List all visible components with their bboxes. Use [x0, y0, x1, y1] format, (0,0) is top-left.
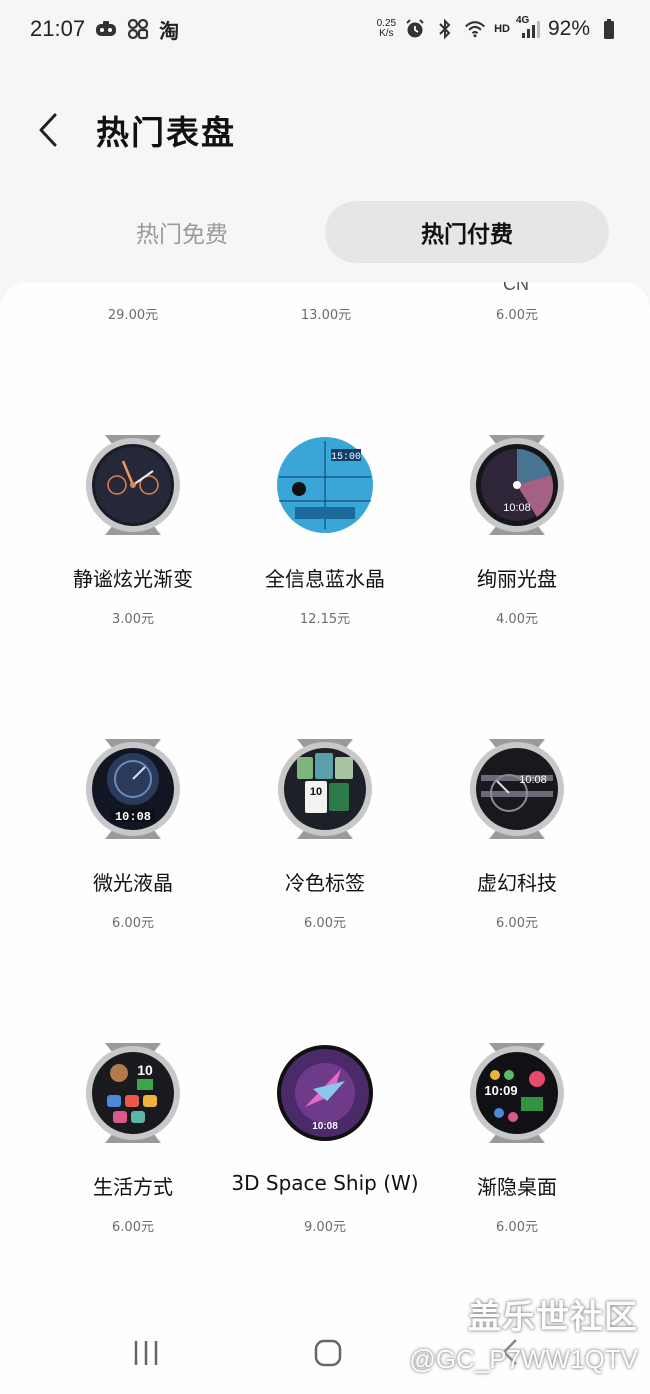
item-price: 4.00元	[496, 612, 538, 627]
watermark: 盖乐世社区 @GC_P7WW1QTV	[409, 1290, 638, 1375]
item-price: 3.00元	[112, 612, 154, 627]
status-right: 0.25 K/s HD 4G 92%	[377, 15, 620, 41]
item-price: 6.00元	[496, 308, 538, 323]
watch-face-time: 10:08	[115, 810, 151, 824]
cool-tags-watch-icon[interactable]: 10	[275, 735, 375, 843]
item-price: 6.00元	[496, 916, 538, 931]
item-price: 12.15元	[299, 612, 351, 627]
partial-item-name: CN	[503, 282, 529, 294]
colorful-disc-watch-icon[interactable]: 10:08	[467, 431, 567, 539]
bluetooth-icon	[434, 18, 456, 40]
item-price: 9.00元	[304, 1220, 346, 1235]
status-bar: 21:07 淘 0.25 K/s HD 4G 92%	[0, 0, 650, 58]
watch-face-time: 10:08	[312, 1121, 338, 1132]
alarm-icon	[404, 18, 426, 40]
watch-face-time: 15:00	[331, 452, 361, 463]
page-title: 热门表盘	[96, 113, 236, 152]
watch-face-time: 10:08	[519, 774, 547, 786]
watch-face-time: 10:08	[503, 502, 531, 514]
item-price: 6.00元	[304, 916, 346, 931]
watch-face-time: 10	[137, 1062, 153, 1078]
tab-bar: 热门免费 热门付费	[40, 201, 610, 263]
battery-percent: 92%	[547, 17, 590, 40]
status-time: 21:07	[30, 16, 86, 41]
status-left: 21:07 淘	[30, 15, 179, 44]
network-type: 4G	[515, 15, 530, 26]
dark-gradient-watch-icon[interactable]	[83, 431, 183, 539]
taobao-icon: 淘	[159, 18, 180, 43]
app-grid-icon	[127, 18, 149, 40]
lcd-glow-watch-icon[interactable]: 10:08	[83, 735, 183, 843]
watch-face-name: 全信息蓝水晶	[265, 567, 385, 591]
wifi-icon	[464, 18, 486, 40]
game-controller-icon	[95, 18, 117, 40]
watermark-site: 盖乐世社区	[468, 1297, 638, 1336]
watch-face-name: 3D Space Ship (W)	[231, 1171, 419, 1195]
recent-apps-icon	[134, 1341, 158, 1365]
speed-unit: K/s	[379, 28, 394, 39]
cellular-signal: 4G	[516, 15, 540, 39]
virtual-tech-watch-icon[interactable]: 10:08	[467, 735, 567, 843]
watch-face-name: 冷色标签	[285, 871, 365, 895]
app-header: 热门表盘	[0, 90, 650, 170]
fade-desktop-watch-icon[interactable]: 10:09	[467, 1039, 567, 1147]
watch-face-name: 生活方式	[93, 1175, 173, 1199]
item-price: 29.00元	[107, 308, 159, 323]
back-button[interactable]	[28, 106, 68, 154]
watch-face-grid[interactable]: CN 29.00元 13.00元 6.00元 静谧炫光渐变 3.00元 15:0…	[0, 282, 650, 1394]
space-ship-watch-icon[interactable]: 10:08	[275, 1039, 375, 1147]
item-price: 6.00元	[112, 1220, 154, 1235]
watermark-user: @GC_P7WW1QTV	[409, 1344, 638, 1374]
tab-popular-free[interactable]: 热门免费	[40, 201, 324, 263]
watch-face-name: 静谧炫光渐变	[73, 567, 193, 591]
watch-face-time: 10	[310, 786, 322, 798]
hd-label: HD	[494, 23, 510, 35]
tab-popular-paid[interactable]: 热门付费	[325, 201, 609, 263]
watch-face-name: 虚幻科技	[477, 871, 557, 895]
home-icon	[314, 1339, 342, 1367]
back-arrow-icon	[39, 113, 57, 147]
watch-face-name: 绚丽光盘	[477, 567, 557, 591]
watch-face-time: 10:09	[484, 1083, 517, 1098]
lifestyle-watch-icon[interactable]: 10	[83, 1039, 183, 1147]
battery-icon	[598, 18, 620, 40]
item-price: 6.00元	[112, 916, 154, 931]
item-price: 6.00元	[496, 1220, 538, 1235]
watch-face-name: 渐隐桌面	[477, 1175, 557, 1199]
recent-apps-button[interactable]	[130, 1338, 162, 1372]
item-price: 13.00元	[300, 308, 352, 323]
watch-face-name: 微光液晶	[93, 871, 173, 895]
blue-crystal-watch-icon[interactable]: 15:00	[275, 431, 375, 539]
network-speed: 0.25 K/s	[377, 19, 396, 39]
home-button[interactable]	[313, 1338, 343, 1372]
